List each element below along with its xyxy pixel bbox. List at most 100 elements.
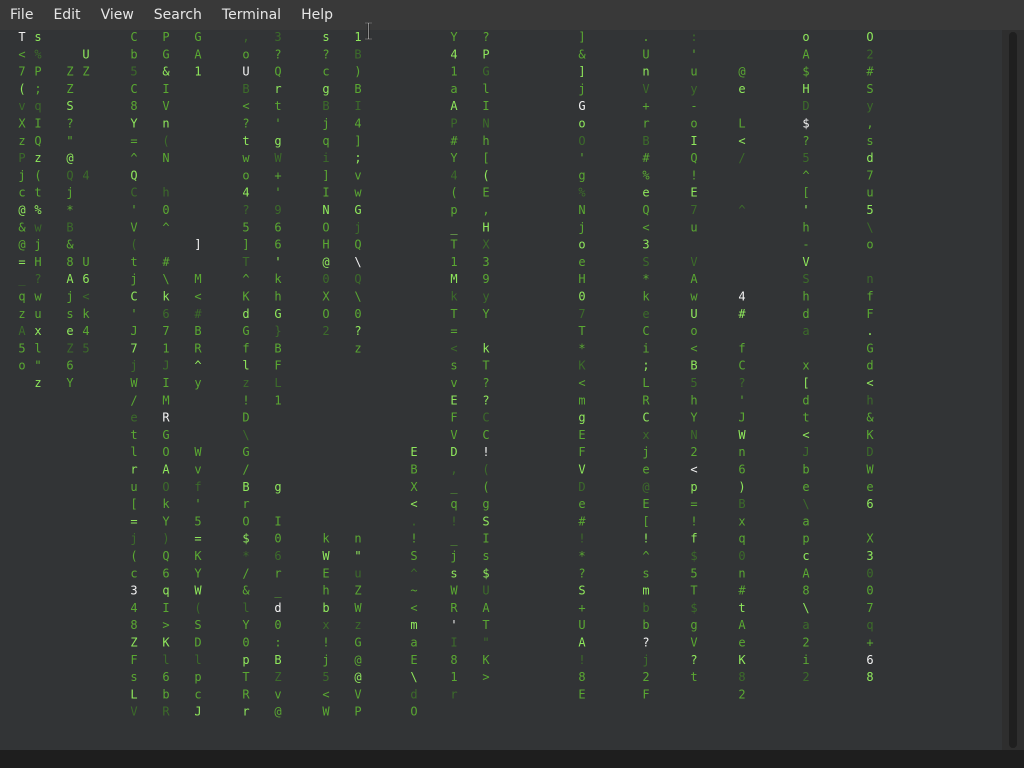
rain-glyph: ' xyxy=(578,151,585,165)
rain-glyph: : xyxy=(274,636,281,650)
rain-glyph: A xyxy=(450,99,458,113)
rain-glyph: 4 xyxy=(130,601,137,615)
rain-glyph: 2 xyxy=(738,687,745,701)
rain-glyph: n xyxy=(738,445,745,459)
rain-glyph: d xyxy=(274,601,281,615)
rain-glyph: I xyxy=(274,514,281,528)
menu-search[interactable]: Search xyxy=(144,0,212,30)
rain-glyph: k xyxy=(450,290,458,304)
rain-glyph: t xyxy=(34,186,41,200)
rain-glyph: s xyxy=(450,359,457,373)
rain-glyph: l xyxy=(242,359,249,373)
rain-glyph: h xyxy=(690,393,697,407)
rain-glyph: @ xyxy=(354,653,361,667)
rain-glyph: Q xyxy=(354,272,361,286)
rain-glyph: f xyxy=(738,341,745,355)
rain-glyph: C xyxy=(642,411,649,425)
rain-glyph: , xyxy=(482,203,489,217)
rain-glyph: G xyxy=(354,203,361,217)
rain-glyph: Q xyxy=(162,549,169,563)
rain-glyph: < xyxy=(866,376,873,390)
rain-glyph: > xyxy=(482,670,489,684)
rain-glyph: ( xyxy=(482,463,489,477)
terminal-viewport[interactable]: T <7(v Xz Pj c @ & @ = _ q z A 5 o s% P; q I Qz(t% w j H? w u x l "… xyxy=(0,30,1002,750)
rain-glyph: \ xyxy=(802,601,809,615)
rain-glyph: t xyxy=(130,428,137,442)
rain-glyph: s xyxy=(322,30,329,44)
rain-glyph: j xyxy=(130,532,137,546)
menu-view[interactable]: View xyxy=(91,0,144,30)
rain-glyph: i xyxy=(642,341,649,355)
rain-glyph: j xyxy=(18,168,25,182)
rain-glyph: v xyxy=(354,168,361,182)
rain-glyph: ( xyxy=(450,186,457,200)
rain-glyph: C xyxy=(738,359,745,373)
rain-glyph: \ xyxy=(802,497,809,511)
rain-glyph: g xyxy=(274,134,281,148)
rain-glyph: . xyxy=(866,324,873,338)
rain-glyph: @ xyxy=(354,670,361,684)
rain-glyph: ^ xyxy=(194,359,201,373)
rain-glyph: W xyxy=(450,584,458,598)
rain-glyph: B xyxy=(690,359,697,373)
rain-glyph: r xyxy=(642,117,649,131)
rain-glyph: 4 xyxy=(82,168,89,182)
rain-glyph: 6 xyxy=(162,566,169,580)
rain-glyph: < xyxy=(738,134,745,148)
rain-glyph: 2 xyxy=(642,670,649,684)
rain-glyph: ' xyxy=(802,203,809,217)
rain-glyph: 6 xyxy=(738,463,745,477)
rain-glyph: 5 xyxy=(690,566,697,580)
rain-glyph: o xyxy=(242,168,249,182)
menu-help[interactable]: Help xyxy=(291,0,343,30)
rain-glyph: ] xyxy=(242,238,249,252)
rain-glyph: y xyxy=(866,99,873,113)
rain-glyph: s xyxy=(130,670,137,684)
rain-glyph: % xyxy=(34,47,42,61)
rain-glyph: + xyxy=(274,168,281,182)
rain-glyph: / xyxy=(130,393,137,407)
rain-glyph: K xyxy=(866,428,874,442)
rain-glyph: g xyxy=(322,82,329,96)
rain-glyph: , xyxy=(866,117,873,131)
menu-edit[interactable]: Edit xyxy=(43,0,90,30)
rain-glyph: b xyxy=(322,601,329,615)
rain-glyph: B xyxy=(242,480,249,494)
rain-glyph: 5 xyxy=(322,670,329,684)
menu-terminal[interactable]: Terminal xyxy=(212,0,291,30)
rain-glyph: ! xyxy=(242,393,249,407)
rain-glyph: 2 xyxy=(802,636,809,650)
scrollbar-thumb[interactable] xyxy=(1009,32,1017,748)
rain-glyph: ! xyxy=(410,532,417,546)
rain-glyph: m xyxy=(578,393,585,407)
rain-glyph: + xyxy=(642,99,649,113)
rain-glyph: @ xyxy=(18,203,25,217)
rain-glyph: d xyxy=(866,359,873,373)
rain-glyph: M xyxy=(194,272,201,286)
rain-glyph: 7 xyxy=(578,307,585,321)
rain-glyph: N xyxy=(578,203,585,217)
rain-glyph: o xyxy=(18,359,25,373)
rain-glyph: D xyxy=(450,445,457,459)
rain-glyph: a xyxy=(802,324,809,338)
rain-glyph: n xyxy=(642,65,649,79)
rain-glyph: Q xyxy=(690,151,697,165)
rain-glyph: 0 xyxy=(274,618,281,632)
rain-glyph: 5 xyxy=(866,203,873,217)
rain-glyph: z xyxy=(354,341,361,355)
rain-glyph: 8 xyxy=(130,99,137,113)
rain-glyph: v xyxy=(450,376,457,390)
rain-glyph: # xyxy=(642,151,650,165)
rain-glyph: J xyxy=(130,324,137,338)
menu-file[interactable]: File xyxy=(0,0,43,30)
rain-glyph: G xyxy=(274,307,281,321)
rain-glyph: L xyxy=(642,376,649,390)
rain-glyph: & xyxy=(578,47,586,61)
rain-glyph: E xyxy=(450,393,457,407)
rain-glyph: M xyxy=(162,393,169,407)
rain-glyph: @ xyxy=(738,65,745,79)
rain-glyph: h xyxy=(802,220,809,234)
rain-glyph: s xyxy=(66,307,73,321)
rain-glyph: 6 xyxy=(66,359,73,373)
rain-glyph: 7 xyxy=(866,168,873,182)
